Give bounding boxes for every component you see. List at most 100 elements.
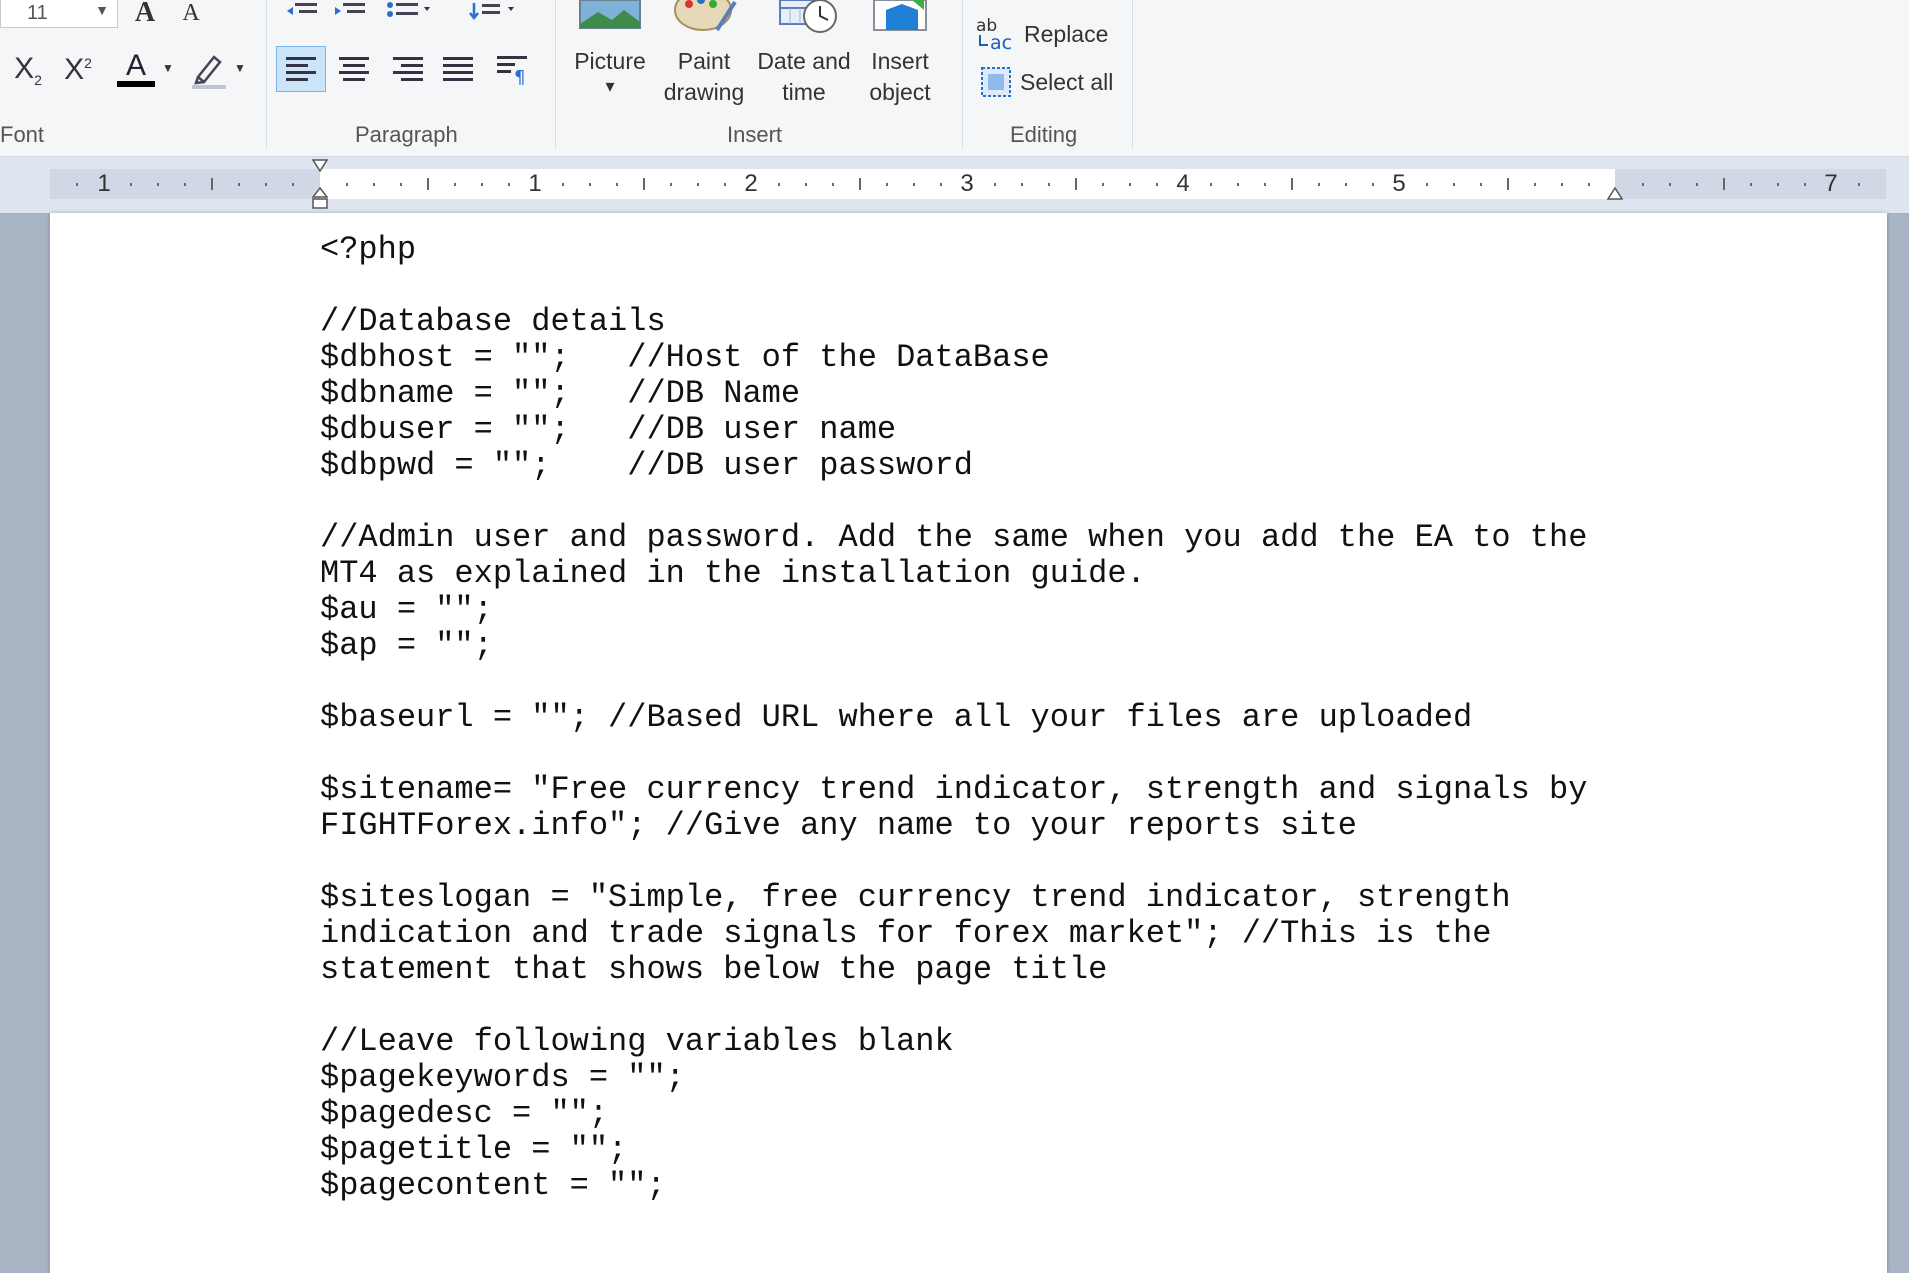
decrease-indent-button[interactable] (284, 0, 320, 22)
ruler-tick (427, 178, 429, 190)
ruler-number: 1 (528, 170, 542, 197)
document-line[interactable]: $siteslogan = "Simple, free currency tre… (320, 880, 1587, 916)
ruler-tick (508, 182, 510, 186)
ruler-tick (265, 182, 267, 186)
ruler-tick (184, 182, 186, 186)
ruler-tick (1804, 182, 1806, 186)
grow-font-button[interactable]: A (128, 0, 162, 28)
select-all-button[interactable]: Select all (980, 62, 1113, 102)
bullet-list-icon (387, 2, 430, 17)
paragraph-settings-button[interactable]: ¶ (492, 46, 532, 92)
document-line[interactable]: $sitename= "Free currency trend indicato… (320, 772, 1587, 808)
document-line[interactable]: $dbhost = ""; //Host of the DataBase (320, 340, 1587, 376)
text-color-icon: A (125, 49, 146, 82)
right-indent-marker[interactable] (1607, 187, 1623, 201)
align-left-button[interactable] (276, 46, 326, 92)
document-line[interactable] (320, 484, 1587, 520)
ruler-tick (1021, 182, 1023, 186)
document-line[interactable] (320, 844, 1587, 880)
bullet-list-button[interactable] (386, 0, 432, 22)
hanging-indent-marker[interactable] (312, 187, 328, 211)
picture-label: Picture (574, 48, 646, 74)
ruler-number: 1 (97, 170, 111, 197)
align-right-button[interactable] (388, 46, 428, 92)
picture-button[interactable]: Picture ▾ (570, 0, 650, 95)
document-line[interactable]: //Admin user and password. Add the same … (320, 520, 1587, 556)
ruler-tick (454, 182, 456, 186)
ruler-tick (1777, 182, 1779, 186)
document-line[interactable]: //Leave following variables blank (320, 1024, 1587, 1060)
document-line[interactable]: $dbuser = ""; //DB user name (320, 412, 1587, 448)
ribbon: 11 ▼ A A X2 X2 A ▼ ▼ Font ¶ Paragraph Pi… (0, 0, 1909, 157)
document-line[interactable]: //Database details (320, 304, 1587, 340)
paragraph-group-label: Paragraph (355, 122, 458, 147)
highlighter-icon (192, 55, 226, 89)
ruler-tick (346, 182, 348, 186)
ruler-tick (1696, 182, 1698, 186)
ruler-tick (1318, 182, 1320, 186)
replace-button[interactable]: ab ac Replace (976, 14, 1108, 54)
document-line[interactable] (320, 736, 1587, 772)
ruler-tick (1075, 178, 1077, 190)
highlight-color-dropdown[interactable]: ▼ (232, 58, 248, 78)
insert-object-label-line1: Insert (871, 48, 929, 74)
text-color-dropdown[interactable]: ▼ (160, 58, 176, 78)
subscript-button[interactable]: X2 (8, 50, 48, 90)
ruler-tick (913, 182, 915, 186)
ruler-tick (670, 182, 672, 186)
ruler-tick (1210, 182, 1212, 186)
document-line[interactable] (320, 664, 1587, 700)
document-page[interactable]: <?php //Database details $dbhost = ""; //H… (50, 213, 1887, 1273)
ruler-area: 1 1 2 3 4 5 7 (0, 157, 1909, 213)
text-color-button[interactable]: A (114, 48, 158, 90)
ruler-tick (157, 182, 159, 186)
superscript-button[interactable]: X2 (58, 50, 98, 90)
document-line[interactable]: <?php (320, 232, 1587, 268)
date-and-time-button[interactable]: Date and time (754, 0, 854, 108)
shrink-font-button[interactable]: A (176, 0, 206, 26)
document-line[interactable]: $pagetitle = ""; (320, 1132, 1587, 1168)
document-line[interactable]: $ap = ""; (320, 628, 1587, 664)
ruler-tick (697, 182, 699, 186)
font-size-value: 11 (27, 2, 48, 24)
document-line[interactable]: MT4 as explained in the installation gui… (320, 556, 1587, 592)
document-line[interactable] (320, 988, 1587, 1024)
document-line[interactable]: $pagecontent = ""; (320, 1168, 1587, 1204)
date-and-time-label-line2: time (782, 79, 826, 105)
font-size-dropdown[interactable]: 11 ▼ (0, 0, 118, 28)
select-all-label: Select all (1020, 68, 1114, 95)
document-line[interactable]: $dbpwd = ""; //DB user password (320, 448, 1587, 484)
font-group-label: Font (0, 122, 45, 147)
select-all-icon (981, 67, 1011, 97)
ruler-tick (886, 182, 888, 186)
paragraph-settings-icon: ¶ (497, 56, 527, 85)
document-line[interactable] (320, 268, 1587, 304)
document-line[interactable]: $au = ""; (320, 592, 1587, 628)
increase-indent-button[interactable] (332, 0, 368, 22)
grow-font-icon: A (134, 0, 156, 28)
document-line[interactable]: $dbname = ""; //DB Name (320, 376, 1587, 412)
justify-button[interactable] (438, 46, 478, 92)
document-line[interactable]: indication and trade signals for forex m… (320, 916, 1587, 952)
horizontal-ruler[interactable]: 1 1 2 3 4 5 7 (50, 159, 1886, 209)
ruler-number: 5 (1392, 170, 1406, 197)
align-center-button[interactable] (334, 46, 374, 92)
paint-drawing-button[interactable]: Paint drawing (656, 0, 752, 108)
document-line[interactable]: FIGHTForex.info"; //Give any name to you… (320, 808, 1587, 844)
increase-indent-icon (335, 3, 365, 15)
date-and-time-label-line1: Date and (757, 48, 851, 74)
superscript-icon: X2 (64, 53, 92, 86)
document-line[interactable]: $baseurl = ""; //Based URL where all you… (320, 700, 1587, 736)
align-center-icon (339, 57, 369, 81)
first-line-indent-marker[interactable] (312, 159, 328, 173)
insert-object-icon (873, 0, 927, 31)
ruler-tick (1588, 182, 1590, 186)
document-text[interactable]: <?php //Database details $dbhost = ""; //H… (320, 232, 1587, 1204)
document-line[interactable]: $pagedesc = ""; (320, 1096, 1587, 1132)
line-spacing-button[interactable] (468, 0, 518, 22)
ruler-tick (481, 182, 483, 186)
document-line[interactable]: $pagekeywords = ""; (320, 1060, 1587, 1096)
insert-object-button[interactable]: Insert object (856, 0, 944, 108)
document-line[interactable]: statement that shows below the page titl… (320, 952, 1587, 988)
highlight-color-button[interactable] (186, 48, 230, 90)
